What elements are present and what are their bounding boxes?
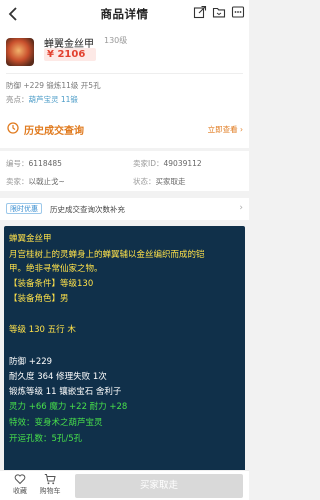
history-title: 历史成交查询: [24, 126, 84, 137]
favorite-button[interactable]: 收藏: [6, 473, 34, 496]
desc-line: 甲。绝非寻常仙家之物。: [9, 264, 103, 274]
item-id-value: 6118485: [28, 159, 62, 168]
header-actions: [193, 5, 245, 19]
history-query-card[interactable]: 历史成交查询 立即查看 ›: [0, 110, 249, 148]
share-icon[interactable]: [193, 5, 207, 19]
desc-line: 特效：变身术之葫芦宝灵: [9, 418, 103, 428]
bottom-action-bar: 收藏 购物车 买家取走: [0, 470, 249, 500]
seller-name-value: 以戟止戈~: [28, 177, 65, 186]
desc-line: 等级 130 五行 木: [9, 325, 76, 335]
seller-info-card: 编号：6118485 卖家ID：49039112 卖家：以戟止戈~ 状态：买家取…: [0, 151, 249, 191]
seller-name-label: 卖家：: [6, 177, 29, 186]
seller-id-label: 卖家ID：: [133, 159, 164, 168]
item-id-label: 编号：: [6, 159, 29, 168]
seller-id-value: 49039112: [163, 159, 202, 168]
desc-line: 耐久度 364 修理失败 1次: [9, 372, 107, 382]
folder-icon[interactable]: [212, 5, 226, 19]
heart-icon: [14, 474, 26, 485]
desc-line: 灵力 +66 魔力 +22 耐力 +28: [9, 402, 128, 412]
status-label: 状态：: [133, 177, 156, 186]
item-highlights: 亮点：葫芦宝灵 11锻: [6, 94, 78, 105]
favorite-label: 收藏: [13, 487, 27, 495]
cart-button[interactable]: 购物车: [36, 473, 64, 496]
desc-line: 锻炼等级 11 镶嵌宝石 舍利子: [9, 387, 122, 397]
item-level: 130级: [104, 36, 128, 45]
promo-banner[interactable]: 限时优惠 历史成交查询次数补充 ›: [0, 198, 249, 220]
desc-line: 蝉翼金丝甲: [9, 234, 52, 244]
highlight-value-1: 葫芦宝灵: [28, 95, 59, 104]
more-menu-icon[interactable]: [231, 5, 245, 19]
header-bar: 商品详情: [0, 0, 249, 28]
item-id-row: 编号：6118485: [6, 158, 62, 169]
seller-name-row: 卖家：以戟止戈~: [6, 176, 65, 187]
buyer-taken-button[interactable]: 买家取走: [75, 474, 243, 498]
product-detail-page: 商品详情 蝉翼金丝甲 130级 ¥ 2106 防御 +229 锻炼11级 开5孔…: [0, 0, 249, 500]
promo-text: 历史成交查询次数补充: [50, 205, 125, 214]
highlight-label: 亮点：: [6, 95, 29, 104]
item-description-panel: 蝉翼金丝甲 月宫桂树上的灵蝉身上的蝉翼辅以金丝编织而成的铠 甲。绝非寻常仙家之物…: [4, 226, 245, 486]
item-price: ¥ 2106: [44, 48, 96, 61]
desc-line: 开运孔数：5孔/5孔: [9, 434, 83, 444]
desc-line: 月宫桂树上的灵蝉身上的蝉翼辅以金丝编织而成的铠: [9, 250, 205, 260]
item-thumbnail[interactable]: [6, 38, 34, 66]
desc-line: 【装备条件】等级130: [9, 279, 94, 289]
divider: [6, 73, 243, 74]
cart-icon: [44, 474, 56, 485]
clock-icon: [7, 122, 19, 134]
desc-line: 【装备角色】男: [9, 294, 69, 304]
highlight-value-2: 11锻: [60, 95, 78, 104]
view-now-link[interactable]: 立即查看 ›: [208, 124, 243, 135]
status-value: 买家取走: [155, 177, 186, 186]
promo-badge: 限时优惠: [6, 203, 42, 214]
seller-id-row: 卖家ID：49039112: [133, 158, 202, 169]
chevron-right-icon: ›: [239, 203, 243, 213]
desc-line: 防御 +229: [9, 357, 53, 367]
cart-label: 购物车: [39, 487, 61, 495]
item-stats: 防御 +229 锻炼11级 开5孔: [6, 81, 101, 90]
status-row: 状态：买家取走: [133, 176, 186, 187]
